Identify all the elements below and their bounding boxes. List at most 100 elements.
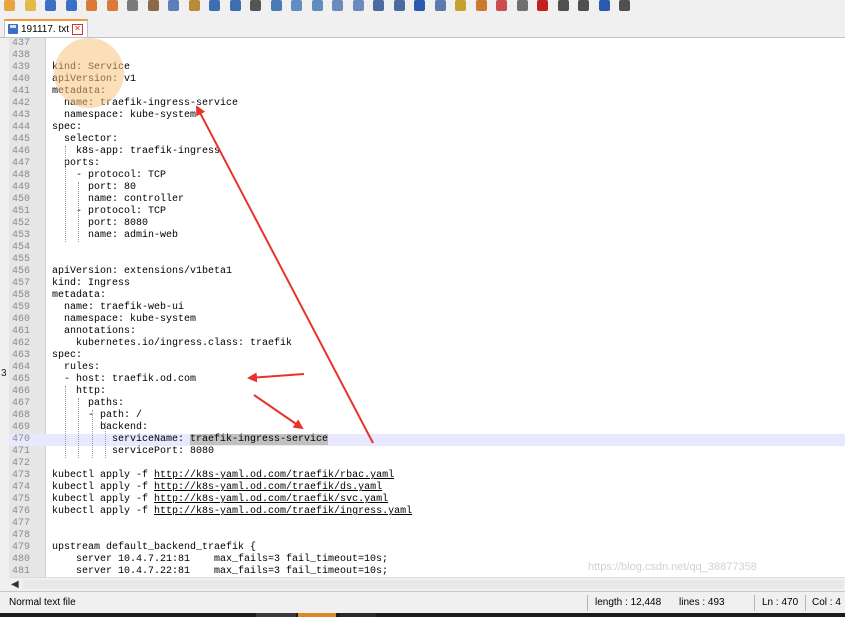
code-line[interactable]: 445 selector: (9, 134, 845, 146)
status-bar: Normal text file length : 12,448 lines :… (0, 591, 845, 614)
play-multiple-icon[interactable] (598, 0, 610, 11)
code-line[interactable]: 461 annotations: (9, 326, 845, 338)
zoom-in-icon[interactable] (291, 0, 302, 11)
url-link[interactable]: http://k8s-yaml.od.com/traefik/rbac.yaml (154, 470, 394, 481)
taskbar-item[interactable] (256, 613, 296, 617)
code-line[interactable]: 454 (9, 242, 845, 254)
show-all-chars-icon[interactable] (393, 0, 405, 11)
code-text: selector: (52, 134, 118, 146)
code-line[interactable]: 478 (9, 530, 845, 542)
code-line[interactable]: 441metadata: (9, 86, 845, 98)
code-line[interactable]: 447 ports: (9, 158, 845, 170)
code-line[interactable]: 450 name: controller (9, 194, 845, 206)
code-line[interactable]: 479 upstream default_backend_traefik { (9, 542, 845, 554)
sync-horizontal-icon[interactable] (352, 0, 364, 11)
code-line[interactable]: 477 (9, 518, 845, 530)
text-editor[interactable]: 437438439kind: Service440apiVersion: v14… (9, 38, 845, 577)
code-line[interactable]: 476 kubectl apply -f http://k8s-yaml.od.c… (9, 506, 845, 518)
url-link[interactable]: http://k8s-yaml.od.com/traefik/ds.yaml (154, 482, 382, 493)
code-line[interactable]: 462 kubernetes.io/ingress.class: traefik (9, 338, 845, 350)
file-tab[interactable]: 191117. txt ✕ (4, 19, 88, 37)
taskbar-item-active[interactable] (298, 613, 336, 617)
code-line[interactable]: 444 spec: (9, 122, 845, 134)
watermark: https://blog.csdn.net/qq_38877358 (588, 561, 757, 573)
close-all-icon[interactable] (106, 0, 118, 11)
code-segment: k8s-app: traefik-ingress (52, 146, 221, 157)
code-line[interactable]: 440apiVersion: v1 (9, 74, 845, 86)
url-link[interactable]: http://k8s-yaml.od.com/traefik/ingress.y… (154, 506, 412, 517)
taskbar-item[interactable] (340, 613, 376, 617)
code-line[interactable]: 473 kubectl apply -f http://k8s-yaml.od.c… (9, 470, 845, 482)
code-line[interactable]: 448 - protocol: TCP (9, 170, 845, 182)
line-number: 441 (12, 86, 31, 97)
find-icon[interactable] (250, 0, 261, 11)
code-line[interactable]: 437 (9, 38, 845, 50)
stop-macro-icon[interactable] (557, 0, 569, 11)
code-line[interactable]: 438 (9, 50, 845, 62)
record-macro-icon[interactable] (537, 0, 548, 11)
monitor-icon[interactable] (496, 0, 507, 11)
code-line[interactable]: 455 (9, 254, 845, 266)
close-icon[interactable] (86, 0, 97, 11)
cut-icon[interactable] (147, 0, 159, 11)
zoom-out-icon[interactable] (311, 0, 323, 11)
save-all-icon[interactable] (65, 0, 77, 11)
print-icon[interactable] (127, 0, 138, 11)
code-line[interactable]: 463 spec: (9, 350, 845, 362)
code-line[interactable]: 475 kubectl apply -f http://k8s-yaml.od.c… (9, 494, 845, 506)
code-text: - protocol: TCP (52, 170, 166, 182)
code-line[interactable]: 456 apiVersion: extensions/v1beta1 (9, 266, 845, 278)
save-macro-icon[interactable] (619, 0, 630, 11)
scroll-left-icon[interactable]: ◀ (11, 578, 19, 591)
save-icon[interactable] (45, 0, 56, 11)
code-text: name: traefik-web-ui (52, 302, 184, 314)
code-line[interactable]: 467 paths: (9, 398, 845, 410)
code-text: kubernetes.io/ingress.class: traefik (52, 338, 292, 350)
code-line[interactable]: 439kind: Service (9, 62, 845, 74)
code-line[interactable]: 471 servicePort: 8080 (9, 446, 845, 458)
code-line[interactable]: 465 - host: traefik.od.com (9, 374, 845, 386)
code-line[interactable]: 472 (9, 458, 845, 470)
eye-icon[interactable] (516, 0, 528, 11)
indent-guide-icon[interactable] (414, 0, 425, 11)
horizontal-scrollbar[interactable]: ◀ (9, 577, 845, 591)
code-line[interactable]: 464 rules: (9, 362, 845, 374)
code-text: kubectl apply -f http://k8s-yaml.od.com/… (52, 494, 388, 506)
code-line[interactable]: 443 namespace: kube-system (9, 110, 845, 122)
code-line[interactable]: 470 serviceName: traefik-ingress-service (9, 434, 845, 446)
function-list-icon[interactable] (455, 0, 466, 11)
new-file-icon[interactable] (4, 0, 15, 11)
code-line[interactable]: 451 - protocol: TCP (9, 206, 845, 218)
code-line[interactable]: 446 k8s-app: traefik-ingress (9, 146, 845, 158)
code-line[interactable]: 474 kubectl apply -f http://k8s-yaml.od.c… (9, 482, 845, 494)
code-line[interactable]: 457 kind: Ingress (9, 278, 845, 290)
code-text: name: controller (52, 194, 184, 206)
replace-icon[interactable] (270, 0, 282, 11)
code-line[interactable]: 460 namespace: kube-system (9, 314, 845, 326)
code-line[interactable]: 453 name: admin-web (9, 230, 845, 242)
code-line[interactable]: 458 metadata: (9, 290, 845, 302)
code-line[interactable]: 469 backend: (9, 422, 845, 434)
doc-map-icon[interactable] (434, 0, 446, 11)
code-line[interactable]: 466 http: (9, 386, 845, 398)
redo-icon[interactable] (229, 0, 241, 11)
folder-workspace-icon[interactable] (475, 0, 487, 11)
code-line[interactable]: 459 name: traefik-web-ui (9, 302, 845, 314)
undo-icon[interactable] (209, 0, 220, 11)
paste-icon[interactable] (188, 0, 200, 11)
code-line[interactable]: 468 - path: / (9, 410, 845, 422)
open-file-icon[interactable] (24, 0, 36, 11)
scrollbar-track[interactable] (23, 580, 843, 589)
play-macro-icon[interactable] (578, 0, 589, 11)
copy-icon[interactable] (168, 0, 179, 11)
code-line[interactable]: 442 name: traefik-ingress-service (9, 98, 845, 110)
tab-close-icon[interactable]: ✕ (72, 23, 83, 35)
code-segment: serviceName: (52, 434, 191, 445)
code-line[interactable]: 452 port: 8080 (9, 218, 845, 230)
code-segment: kind: Ingress (52, 278, 131, 289)
selected-text[interactable]: traefik-ingress-service (190, 434, 329, 445)
code-line[interactable]: 449 port: 80 (9, 182, 845, 194)
url-link[interactable]: http://k8s-yaml.od.com/traefik/svc.yaml (154, 494, 388, 505)
word-wrap-icon[interactable] (373, 0, 384, 11)
sync-vertical-icon[interactable] (332, 0, 343, 11)
